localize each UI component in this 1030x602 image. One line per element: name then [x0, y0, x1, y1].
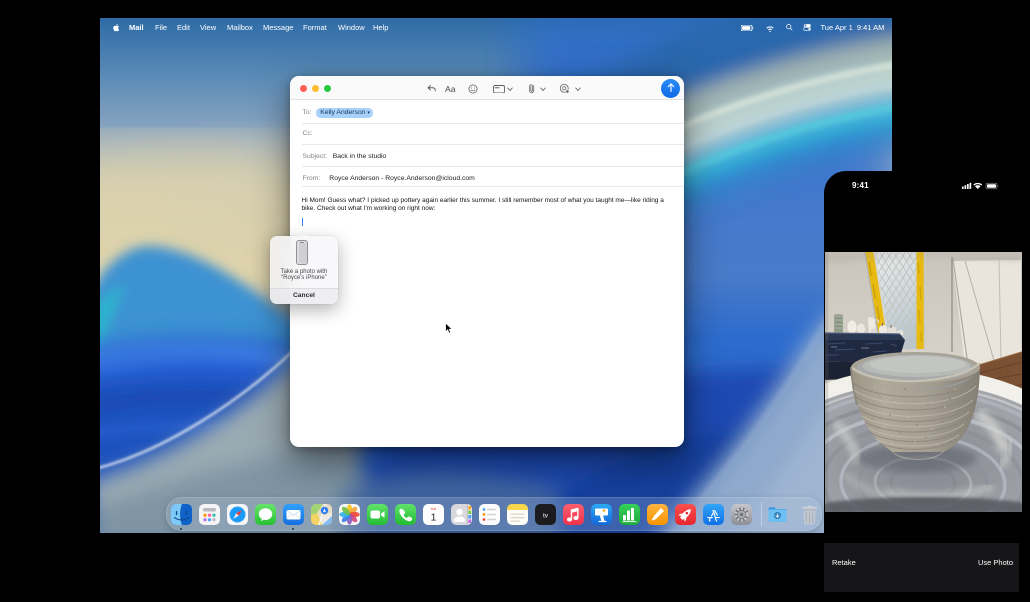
- svg-text:TUE: TUE: [430, 507, 436, 511]
- svg-text:1: 1: [430, 511, 436, 523]
- svg-text:tv: tv: [542, 512, 548, 519]
